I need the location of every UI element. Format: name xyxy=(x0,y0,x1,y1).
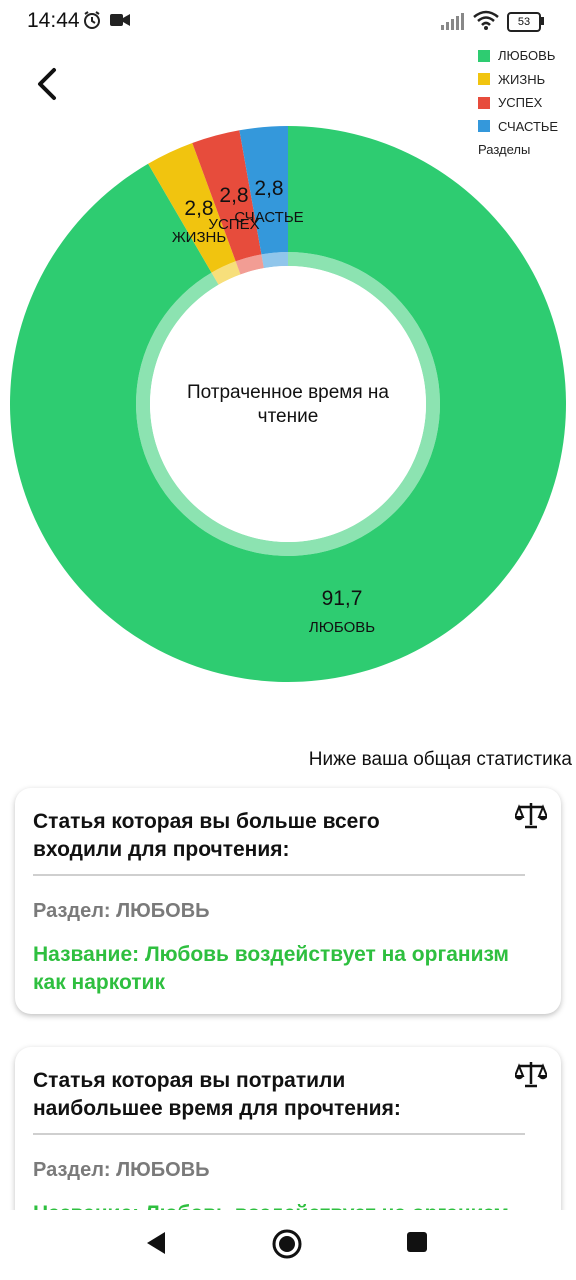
card-title: Статья которая вы больше всего входили д… xyxy=(33,810,380,861)
scale-icon xyxy=(515,1062,547,1088)
slice-value-label: 91,7 xyxy=(322,587,363,610)
summary-heading: Ниже ваша общая статистика xyxy=(308,749,572,770)
slice-category-label: СЧАСТЬЕ xyxy=(234,209,303,226)
center-label-line-1: Потраченное время на xyxy=(187,382,389,403)
slice-value-label: 2,8 xyxy=(254,177,283,200)
legend-swatch-1 xyxy=(478,73,490,86)
back-button[interactable] xyxy=(30,62,70,106)
stat-card-most-visited[interactable]: Статья которая вы больше всего входили д… xyxy=(15,788,561,1014)
status-time: 14:44 xyxy=(27,9,80,32)
slice-inner-ring-СЧАСТЬЕ xyxy=(261,252,288,269)
card-section: Раздел: ЛЮБОВЬ xyxy=(33,900,210,922)
signal-icon xyxy=(441,13,464,30)
battery-tip xyxy=(541,17,544,25)
square-recents-icon[interactable] xyxy=(405,1230,429,1254)
card-section: Раздел: ЛЮБОВЬ xyxy=(33,1159,210,1181)
scale-icon xyxy=(515,803,547,829)
legend-item-1: ЖИЗНЬ xyxy=(478,68,574,92)
legend-item-2: УСПЕХ xyxy=(478,91,574,115)
legend-item-0: ЛЮБОВЬ xyxy=(478,44,574,68)
alarm-icon xyxy=(84,11,100,29)
card-divider xyxy=(33,1133,525,1135)
legend-swatch-2 xyxy=(478,96,490,109)
card-title: Статья которая вы потратили наибольшее в… xyxy=(33,1069,401,1120)
slice-category-label: ЛЮБОВЬ xyxy=(309,619,375,636)
card-article-name[interactable]: Название: Любовь воздействует на организ… xyxy=(33,941,543,997)
battery-level: 53 xyxy=(517,16,531,28)
donut-hole xyxy=(150,266,426,542)
center-label-line-2: чтение xyxy=(258,406,319,427)
status-bar: 14:44 53 xyxy=(0,0,576,42)
wifi-icon xyxy=(473,10,499,30)
slice-value-label: 2,8 xyxy=(219,184,248,207)
donut-chart: 91,7ЛЮБОВЬ2,8ЖИЗНЬ2,8УСПЕХ2,8СЧАСТЬЕ Пот… xyxy=(9,126,566,682)
circle-home-icon[interactable] xyxy=(271,1228,303,1260)
triangle-back-icon[interactable] xyxy=(143,1229,167,1257)
card-divider xyxy=(33,874,525,876)
system-navigation-bar xyxy=(0,1210,576,1280)
battery-icon: 53 xyxy=(507,12,541,32)
arrow-back-icon xyxy=(38,68,56,100)
legend-swatch-0 xyxy=(478,49,490,62)
video-camera-icon xyxy=(110,14,130,26)
